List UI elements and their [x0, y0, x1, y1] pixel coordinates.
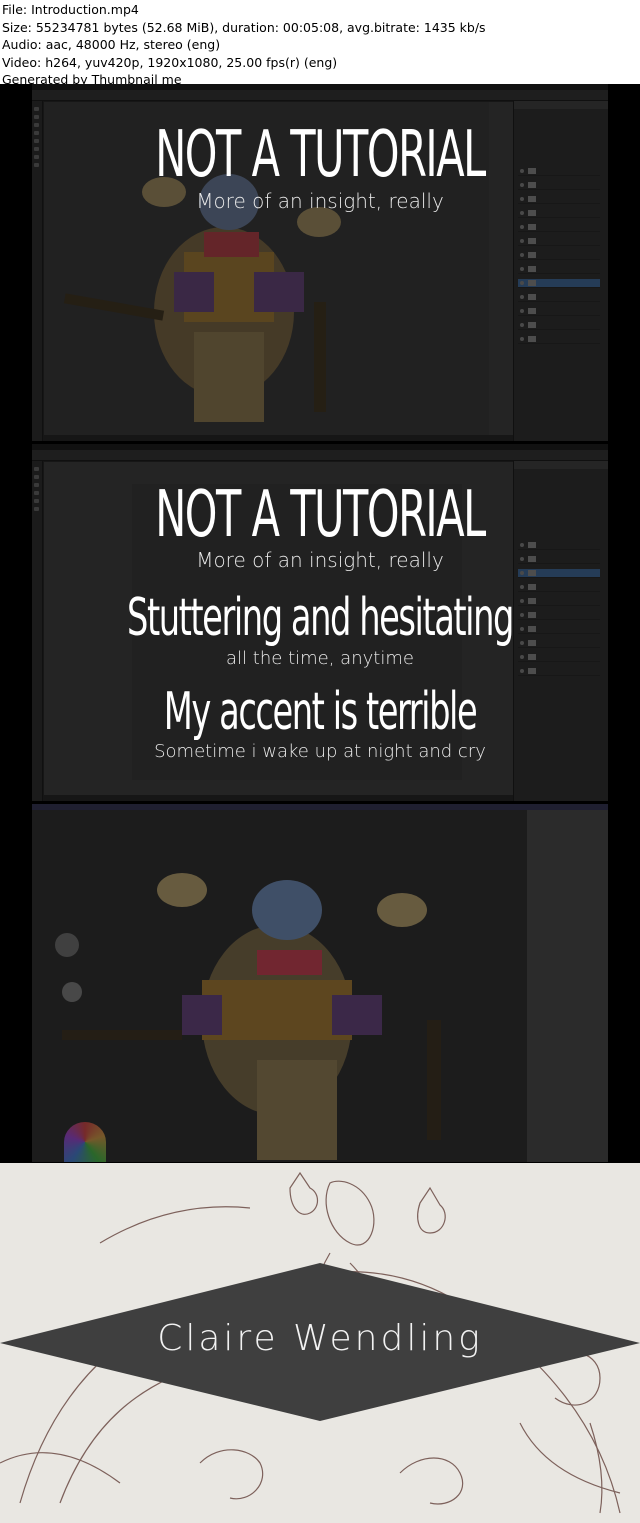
- frame2-subtitle-1: More of an insight, really: [196, 548, 444, 572]
- frame2-title-3: My accent is terrible: [163, 682, 478, 742]
- dim-overlay: [32, 804, 608, 1162]
- frame2-title-1: NOT A TUTORIAL: [155, 478, 486, 552]
- frame2-subtitle-2: all the time, anytime: [226, 648, 414, 669]
- video-line: Video: h264, yuv420p, 1920x1080, 25.00 f…: [2, 54, 338, 70]
- frame2-title-2: Stuttering and hesitating: [127, 588, 514, 648]
- file-line: File: Introduction.mp4: [2, 2, 139, 17]
- size-line: Size: 55234781 bytes (52.68 MiB), durati…: [2, 19, 486, 35]
- thumbnail-frame-3: [32, 804, 608, 1162]
- audio-line: Audio: aac, 48000 Hz, stereo (eng): [2, 37, 221, 52]
- video-info-header: File: Introduction.mp4 Size: 55234781 by…: [0, 0, 640, 87]
- frame2-subtitle-3: Sometime i wake up at night and cry: [154, 741, 486, 762]
- frame1-subtitle: More of an insight, really: [196, 189, 444, 213]
- frame1-title: NOT A TUTORIAL: [155, 118, 486, 192]
- presenter-name: Claire Wendling: [157, 1318, 483, 1359]
- thumbnail-frame-4: Claire Wendling: [0, 1163, 640, 1523]
